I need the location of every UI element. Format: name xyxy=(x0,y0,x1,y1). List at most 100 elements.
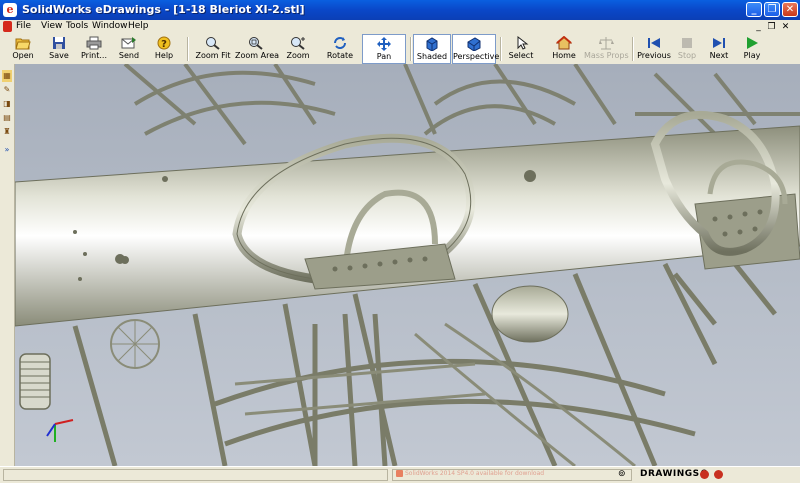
components-icon[interactable]: ▦ xyxy=(2,70,12,82)
pan-button[interactable]: Pan xyxy=(362,34,406,64)
measure-icon[interactable]: ◨ xyxy=(2,98,12,110)
shaded-cube-icon xyxy=(426,37,438,51)
toolbar-separator xyxy=(632,37,634,61)
expand-icon[interactable]: » xyxy=(2,144,12,156)
axis-triad xyxy=(46,419,74,442)
pan-label: Pan xyxy=(376,52,392,61)
doc-restore-button[interactable]: ❐ xyxy=(766,22,777,32)
restore-icon: ❐ xyxy=(767,4,777,15)
stop-sign-icon-2[interactable] xyxy=(714,470,723,479)
open-label: Open xyxy=(12,51,34,60)
warning-icon xyxy=(396,470,403,477)
stamp-icon[interactable]: ♜ xyxy=(2,126,12,138)
help-button[interactable]: ? Help xyxy=(147,34,181,64)
title-bar[interactable]: e SolidWorks eDrawings - [1-18 Bleriot X… xyxy=(0,0,800,20)
edrawings-app-icon[interactable]: e xyxy=(3,3,17,17)
select-label: Select xyxy=(508,51,534,60)
menu-window[interactable]: Window xyxy=(92,21,128,31)
pan-icon xyxy=(377,37,391,51)
mass-props-button[interactable]: Mass Props xyxy=(584,34,629,64)
send-label: Send xyxy=(118,51,140,60)
svg-text:?: ? xyxy=(161,39,167,50)
zoom-button[interactable]: Zoom xyxy=(282,34,314,64)
send-mail-icon xyxy=(121,37,136,49)
print-label: Print... xyxy=(80,51,108,60)
help-question-icon: ? xyxy=(157,36,171,50)
home-button[interactable]: Home xyxy=(546,34,582,64)
status-bar: SolidWorks 2014 SP4.0 available for down… xyxy=(0,466,800,483)
zoom-fit-icon xyxy=(206,37,220,50)
stop-button[interactable]: Stop xyxy=(674,34,700,64)
previous-icon xyxy=(648,38,660,48)
home-label: Home xyxy=(552,51,576,60)
open-button[interactable]: Open xyxy=(6,34,40,64)
window-title: SolidWorks eDrawings - [1-18 Bleriot XI-… xyxy=(22,3,305,16)
doc-minimize-button[interactable]: _ xyxy=(753,22,764,32)
perspective-cube-icon xyxy=(467,37,481,51)
zoom-label: Zoom xyxy=(286,51,310,60)
shaded-label: Shaded xyxy=(416,52,448,61)
menu-bar: File View Tools Window Help xyxy=(0,20,800,34)
stop-sign-icon[interactable] xyxy=(700,470,709,479)
save-button[interactable]: Save xyxy=(42,34,76,64)
zoom-area-button[interactable]: Zoom Area xyxy=(235,34,280,64)
edrawings-brand: DRAWINGS® xyxy=(640,469,710,479)
zoom-fit-button[interactable]: Zoom Fit xyxy=(194,34,232,64)
menu-file[interactable]: File xyxy=(16,21,31,31)
save-label: Save xyxy=(49,51,69,60)
print-button[interactable]: Print... xyxy=(77,34,111,64)
help-label: Help xyxy=(154,51,174,60)
stop-label: Stop xyxy=(677,51,697,60)
perspective-button[interactable]: Perspective xyxy=(452,34,500,64)
toolbar-separator xyxy=(410,37,412,61)
home-icon xyxy=(556,36,572,50)
play-button[interactable]: Play xyxy=(738,34,766,64)
play-label: Play xyxy=(743,51,761,60)
menu-tools[interactable]: Tools xyxy=(66,21,88,31)
printer-icon xyxy=(86,36,102,50)
main-toolbar: Open Save Print... Send ? Help Zoom Fit … xyxy=(0,34,800,65)
save-disk-icon xyxy=(53,37,65,49)
zoom-area-icon xyxy=(249,37,263,50)
markup-icon[interactable]: ✎ xyxy=(2,84,12,96)
perspective-label: Perspective xyxy=(453,52,500,61)
stop-icon xyxy=(682,38,692,48)
close-icon: ✕ xyxy=(785,4,795,15)
status-message[interactable]: SolidWorks 2014 SP4.0 available for down… xyxy=(405,470,544,477)
document-icon[interactable] xyxy=(3,21,12,32)
toolbar-separator xyxy=(500,37,502,61)
previous-label: Previous xyxy=(637,51,671,60)
model-viewport[interactable] xyxy=(15,64,800,466)
next-label: Next xyxy=(709,51,729,60)
rotate-icon xyxy=(334,37,346,49)
play-icon xyxy=(747,37,758,49)
scale-icon xyxy=(599,37,614,50)
minimize-icon: _ xyxy=(751,4,757,15)
shaded-button[interactable]: Shaded xyxy=(413,34,451,64)
sw-logo-icon: ⊚ xyxy=(618,469,626,479)
minimize-button[interactable]: _ xyxy=(746,2,762,17)
zoom-area-label: Zoom Area xyxy=(235,51,280,60)
configurations-icon[interactable]: ▤ xyxy=(2,112,12,124)
menu-view[interactable]: View xyxy=(41,21,62,31)
left-sidebar: ▦ ✎ ◨ ▤ ♜ » xyxy=(0,64,15,466)
rotate-label: Rotate xyxy=(326,51,354,60)
next-icon xyxy=(713,38,725,48)
previous-button[interactable]: Previous xyxy=(636,34,672,64)
zoom-fit-label: Zoom Fit xyxy=(195,51,231,60)
mass-props-label: Mass Props xyxy=(584,51,629,60)
select-arrow-icon xyxy=(517,36,529,50)
toolbar-separator xyxy=(187,37,189,61)
menu-help[interactable]: Help xyxy=(128,21,149,31)
select-button[interactable]: Select xyxy=(504,34,538,64)
open-folder-icon xyxy=(15,38,31,50)
bleriot-model-render xyxy=(15,64,800,466)
status-pane-left xyxy=(3,469,388,481)
send-button[interactable]: Send xyxy=(112,34,146,64)
close-button[interactable]: ✕ xyxy=(782,2,798,17)
doc-close-button[interactable]: ✕ xyxy=(780,22,791,32)
maximize-button[interactable]: ❐ xyxy=(764,2,780,17)
rotate-button[interactable]: Rotate xyxy=(322,34,358,64)
zoom-icon xyxy=(291,37,305,50)
next-button[interactable]: Next xyxy=(704,34,734,64)
